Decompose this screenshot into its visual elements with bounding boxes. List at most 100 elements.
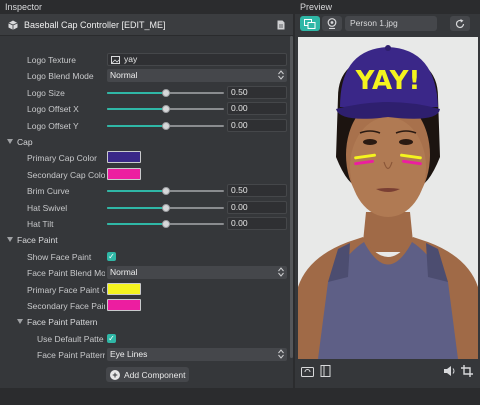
- slider[interactable]: [107, 203, 224, 212]
- color-swatch[interactable]: [107, 167, 141, 180]
- property-label: Logo Offset Y: [27, 120, 79, 131]
- property-label: Logo Offset X: [27, 104, 79, 115]
- preview-bottom-toolbar: [295, 363, 480, 381]
- property-row: Logo Texture yay: [0, 52, 289, 68]
- dropdown-value: Eye Lines: [110, 349, 148, 360]
- property-label: Secondary Face Pair: [27, 301, 105, 311]
- property-row: Cap: [0, 134, 289, 150]
- slider-fill: [107, 206, 166, 209]
- property-row: Logo Size 0.50: [0, 85, 289, 101]
- images-icon: [304, 18, 316, 29]
- property-row: Primary Face Paint C: [0, 282, 289, 298]
- component-header[interactable]: Baseball Cap Controller [EDIT_ME]: [0, 14, 293, 36]
- inspector-panel: Inspector Baseball Cap Controller [EDIT_…: [0, 0, 293, 388]
- disclosure-triangle-icon[interactable]: [17, 319, 23, 325]
- disclosure-triangle-icon[interactable]: [7, 237, 13, 243]
- number-field[interactable]: 0.00: [227, 118, 287, 132]
- color-swatch[interactable]: [107, 151, 141, 164]
- rotate-camera-icon[interactable]: [301, 365, 314, 377]
- refresh-icon: [455, 18, 465, 28]
- property-label: Face Paint Pattern: [37, 350, 105, 361]
- webcam-button[interactable]: [322, 16, 342, 31]
- slider-thumb[interactable]: [161, 105, 170, 114]
- property-label: Use Default Patte: [37, 333, 104, 344]
- cap-logo-text: YAY!: [355, 66, 421, 96]
- disclosure-triangle-icon[interactable]: [7, 139, 13, 144]
- slider-thumb[interactable]: [161, 203, 170, 212]
- scrollbar[interactable]: [290, 36, 293, 358]
- crop-icon[interactable]: [461, 365, 474, 377]
- property-row: Secondary Cap Colo: [0, 167, 289, 183]
- slider[interactable]: [107, 121, 224, 130]
- slider-fill: [107, 190, 166, 193]
- property-row: Face Paint Blend Mo Normal: [0, 265, 289, 281]
- layout-icon[interactable]: [319, 365, 332, 377]
- property-label: Hat Tilt: [27, 219, 54, 229]
- add-component-button[interactable]: + Add Component: [106, 367, 189, 382]
- webcam-icon: [327, 18, 337, 29]
- updown-chevron-icon: [278, 267, 284, 277]
- preview-title: Preview: [295, 0, 480, 14]
- property-row: Hat Tilt 0.00: [0, 216, 289, 232]
- property-label: Primary Face Paint C: [27, 284, 105, 295]
- preview-image[interactable]: YAY!: [298, 37, 478, 359]
- slider[interactable]: [107, 105, 224, 114]
- property-row: Face Paint Pattern: [0, 314, 289, 330]
- number-field[interactable]: 0.00: [227, 217, 287, 230]
- image-source-button[interactable]: [300, 16, 320, 31]
- property-row: Hat Swivel 0.00: [0, 200, 289, 216]
- dropdown-select[interactable]: Eye Lines: [107, 348, 287, 362]
- slider-thumb[interactable]: [161, 187, 170, 196]
- slider-fill: [107, 108, 166, 111]
- updown-chevron-icon: [278, 349, 284, 359]
- property-label: Show Face Paint: [27, 251, 92, 262]
- status-bar: [0, 388, 480, 405]
- property-label: Hat Swivel: [27, 202, 68, 213]
- cube-icon: [8, 20, 18, 30]
- number-field[interactable]: 0.50: [227, 85, 287, 99]
- property-label: Logo Texture: [27, 55, 76, 65]
- slider-thumb[interactable]: [161, 121, 170, 130]
- property-row: Logo Offset Y 0.00: [0, 118, 289, 134]
- dropdown-value: Normal: [110, 70, 138, 81]
- slider[interactable]: [107, 187, 224, 196]
- property-row: Primary Cap Color: [0, 150, 289, 166]
- property-label: Face Paint: [17, 235, 58, 246]
- color-swatch[interactable]: [107, 299, 141, 311]
- plus-icon: +: [110, 369, 120, 380]
- number-field[interactable]: 0.00: [227, 200, 287, 214]
- property-label: Brim Curve: [27, 186, 70, 197]
- preview-file-select[interactable]: Person 1.jpg: [345, 16, 437, 31]
- number-field[interactable]: 0.50: [227, 184, 287, 198]
- dropdown-select[interactable]: Normal: [107, 69, 287, 83]
- reset-button[interactable]: [450, 16, 470, 31]
- property-label: Logo Size: [27, 87, 65, 98]
- property-label: Primary Cap Color: [27, 153, 97, 164]
- property-row: Brim Curve 0.50: [0, 183, 289, 199]
- property-label: Face Paint Pattern: [27, 317, 98, 328]
- slider-thumb[interactable]: [161, 220, 170, 228]
- slider-fill: [107, 223, 166, 225]
- document-icon[interactable]: [277, 20, 285, 30]
- checkbox[interactable]: ✓: [107, 251, 116, 261]
- slider-thumb[interactable]: [161, 88, 170, 97]
- color-swatch[interactable]: [107, 282, 141, 295]
- property-row: Face Paint Pattern Eye Lines: [0, 347, 289, 363]
- texture-field[interactable]: yay: [107, 53, 287, 66]
- property-row: Logo Blend Mode Normal: [0, 68, 289, 84]
- property-row: Show Face Paint ✓: [0, 249, 289, 265]
- property-label: Cap: [17, 137, 33, 147]
- property-row: Use Default Patte ✓: [0, 331, 289, 347]
- slider[interactable]: [107, 88, 224, 97]
- dropdown-select[interactable]: Normal: [107, 266, 287, 280]
- number-field[interactable]: 0.00: [227, 102, 287, 116]
- preview-panel: Preview Person 1.jpg YAY!: [295, 0, 480, 388]
- slider[interactable]: [107, 220, 224, 228]
- checkbox[interactable]: ✓: [107, 333, 116, 343]
- property-label: Secondary Cap Colo: [27, 169, 105, 180]
- volume-icon[interactable]: [443, 365, 456, 377]
- updown-chevron-icon: [278, 70, 284, 81]
- component-title: Baseball Cap Controller [EDIT_ME]: [24, 19, 166, 30]
- dropdown-value: Normal: [110, 267, 138, 278]
- slider-fill: [107, 124, 166, 127]
